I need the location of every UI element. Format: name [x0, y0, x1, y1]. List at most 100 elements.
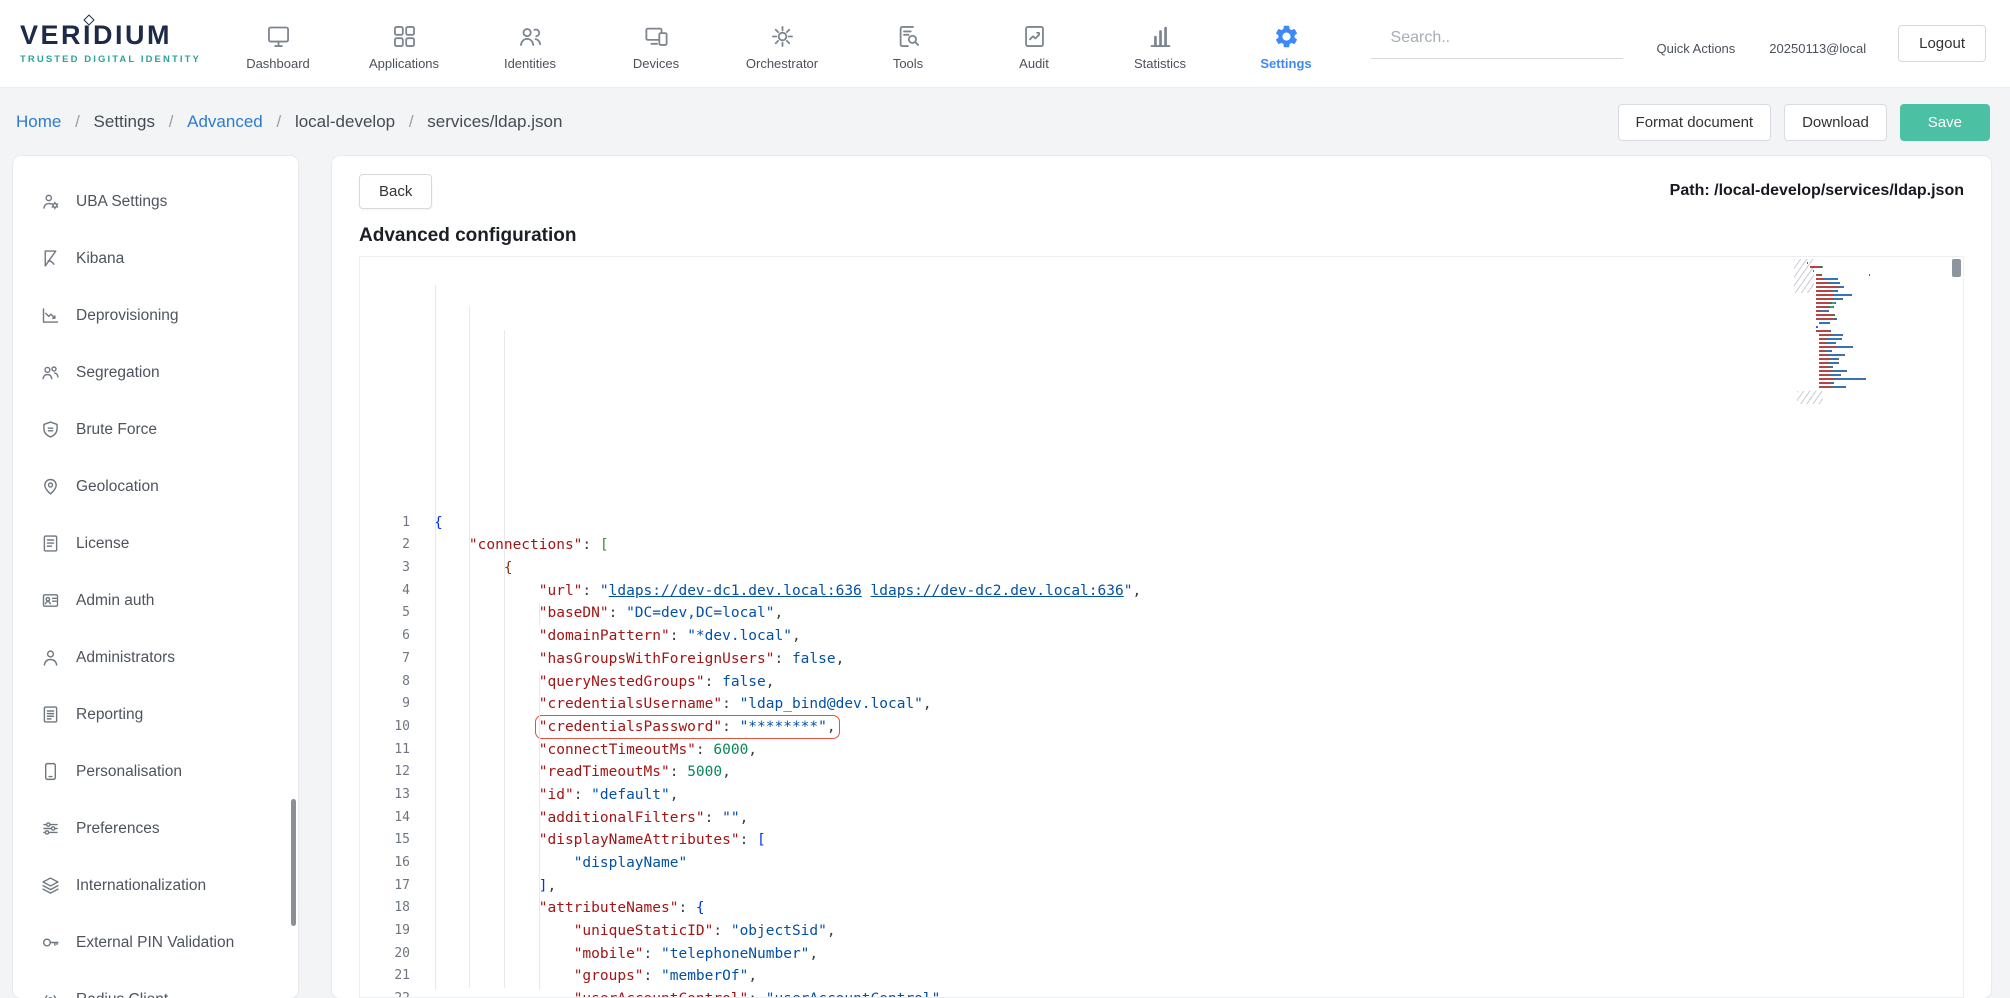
- line-number: 10: [360, 716, 410, 739]
- line-text: "url": "ldaps://dev-dc1.dev.local:636 ld…: [410, 580, 1141, 603]
- top-bar: VERIDIUM TRUSTED DIGITAL IDENTITY Dashbo…: [0, 0, 2010, 88]
- nav-item-statistics[interactable]: Statistics: [1097, 17, 1223, 71]
- sidebar-item-label: External PIN Validation: [76, 934, 234, 952]
- code-line: 11 "connectTimeoutMs": 6000,: [360, 739, 1843, 762]
- nav-label: Identities: [504, 56, 556, 71]
- sidebar-item-external-pin-validation[interactable]: External PIN Validation: [13, 914, 298, 971]
- editor-scrollbar-thumb[interactable]: [1952, 259, 1961, 277]
- breadcrumb-separator: /: [164, 112, 178, 131]
- sidebar-item-reporting[interactable]: Reporting: [13, 686, 298, 743]
- sidebar-item-label: Radius Client: [76, 991, 168, 998]
- minimap-line: [1807, 378, 1867, 380]
- logo-title: VERIDIUM: [20, 22, 215, 49]
- nav-item-applications[interactable]: Applications: [341, 17, 467, 71]
- nav-item-dashboard[interactable]: Dashboard: [215, 17, 341, 71]
- search-input[interactable]: [1389, 28, 1579, 48]
- sidebar-item-personalisation[interactable]: Personalisation: [13, 743, 298, 800]
- json-code-editor[interactable]: 1{2 "connections": [3 {4 "url": "ldaps:/…: [359, 256, 1964, 998]
- geolocation-icon: [40, 476, 61, 497]
- minimap-line: [1807, 370, 1867, 372]
- save-button[interactable]: Save: [1900, 104, 1990, 141]
- line-number: 12: [360, 761, 410, 784]
- sidebar-item-label: Internationalization: [76, 877, 206, 895]
- minimap-line: [1807, 342, 1867, 344]
- minimap-line: [1807, 362, 1867, 364]
- code-line: 12 "readTimeoutMs": 5000,: [360, 761, 1843, 784]
- license-icon: [40, 533, 61, 554]
- sidebar-item-label: Administrators: [76, 649, 175, 667]
- sidebar-item-uba-settings[interactable]: UBA Settings: [13, 173, 298, 230]
- minimap-line: [1807, 354, 1867, 356]
- breadcrumb-item-home[interactable]: Home: [16, 112, 61, 131]
- sidebar-item-deprovisioning[interactable]: Deprovisioning: [13, 287, 298, 344]
- logout-button[interactable]: Logout: [1898, 25, 1986, 62]
- sidebar-item-admin-auth[interactable]: Admin auth: [13, 572, 298, 629]
- quick-actions-button[interactable]: Quick Actions: [1657, 32, 1736, 56]
- download-button[interactable]: Download: [1784, 104, 1887, 141]
- line-text: "id": "default",: [410, 784, 678, 807]
- sidebar-item-kibana[interactable]: Kibana: [13, 230, 298, 287]
- minimap-line: [1807, 298, 1867, 300]
- code-line: 14 "additionalFilters": "",: [360, 807, 1843, 830]
- editor-minimap[interactable]: [1807, 262, 1867, 390]
- line-text: "attributeNames": {: [410, 897, 705, 920]
- sidebar-item-internationalization[interactable]: Internationalization: [13, 857, 298, 914]
- sidebar-item-brute-force[interactable]: Brute Force: [13, 401, 298, 458]
- breadcrumb-separator: /: [70, 112, 84, 131]
- minimap-line: [1807, 270, 1867, 272]
- sidebar-scrollbar[interactable]: [291, 799, 296, 926]
- nav-label: Statistics: [1134, 56, 1186, 71]
- format-document-button[interactable]: Format document: [1618, 104, 1772, 141]
- sidebar-item-segregation[interactable]: Segregation: [13, 344, 298, 401]
- breadcrumb-item-advanced[interactable]: Advanced: [187, 112, 263, 131]
- sidebar-item-partial[interactable]: [13, 156, 298, 173]
- sidebar-item-label: Deprovisioning: [76, 307, 179, 325]
- nav-item-audit[interactable]: Audit: [971, 17, 1097, 71]
- minimap-line: [1807, 266, 1867, 268]
- breadcrumb-separator: /: [404, 112, 418, 131]
- nav-label: Applications: [369, 56, 439, 71]
- line-text: "userAccountControl": "userAccountContro…: [410, 988, 949, 998]
- page-title: Advanced configuration: [359, 224, 1964, 247]
- minimap-line: [1807, 290, 1867, 292]
- code-line: 22 "userAccountControl": "userAccountCon…: [360, 988, 1843, 998]
- line-text: "displayNameAttributes": [: [410, 829, 766, 852]
- line-number: 7: [360, 648, 410, 671]
- sidebar-item-license[interactable]: License: [13, 515, 298, 572]
- internationalization-icon: [40, 875, 61, 896]
- user-menu[interactable]: 20250113@local: [1769, 32, 1866, 56]
- minimap-line: [1807, 346, 1867, 348]
- main-panel: Back Path: /local-develop/services/ldap.…: [332, 156, 1991, 998]
- sidebar-item-administrators[interactable]: Administrators: [13, 629, 298, 686]
- nav-item-devices[interactable]: Devices: [593, 17, 719, 71]
- line-number: 21: [360, 965, 410, 988]
- editor-scrollbar[interactable]: [1949, 257, 1963, 997]
- minimap-line: [1807, 366, 1867, 368]
- nav-item-settings[interactable]: Settings: [1223, 17, 1349, 71]
- back-button[interactable]: Back: [359, 174, 432, 209]
- code-line: 17 ],: [360, 875, 1843, 898]
- sidebar-item-label: UBA Settings: [76, 193, 167, 211]
- sidebar-item-label: Brute Force: [76, 421, 157, 439]
- minimap-line: [1807, 278, 1867, 280]
- sidebar-item-geolocation[interactable]: Geolocation: [13, 458, 298, 515]
- nav-item-tools[interactable]: Tools: [845, 17, 971, 71]
- line-number: 14: [360, 807, 410, 830]
- brute-force-icon: [40, 419, 61, 440]
- line-number: 2: [360, 534, 410, 557]
- sidebar-item-label: Preferences: [76, 820, 160, 838]
- sidebar-item-preferences[interactable]: Preferences: [13, 800, 298, 857]
- orchestrator-icon: [769, 23, 796, 50]
- line-number: 1: [360, 512, 410, 535]
- nav-item-identities[interactable]: Identities: [467, 17, 593, 71]
- personalisation-icon: [40, 761, 61, 782]
- breadcrumb-separator: /: [272, 112, 286, 131]
- code-area: 1{2 "connections": [3 {4 "url": "ldaps:/…: [360, 257, 1843, 997]
- minimap-line: [1807, 374, 1867, 376]
- search-field: [1371, 28, 1623, 59]
- minimap-line: [1807, 306, 1867, 308]
- statistics-icon: [1147, 23, 1174, 50]
- sidebar-item-radius-client[interactable]: Radius Client: [13, 971, 298, 998]
- line-number: 6: [360, 625, 410, 648]
- nav-item-orchestrator[interactable]: Orchestrator: [719, 17, 845, 71]
